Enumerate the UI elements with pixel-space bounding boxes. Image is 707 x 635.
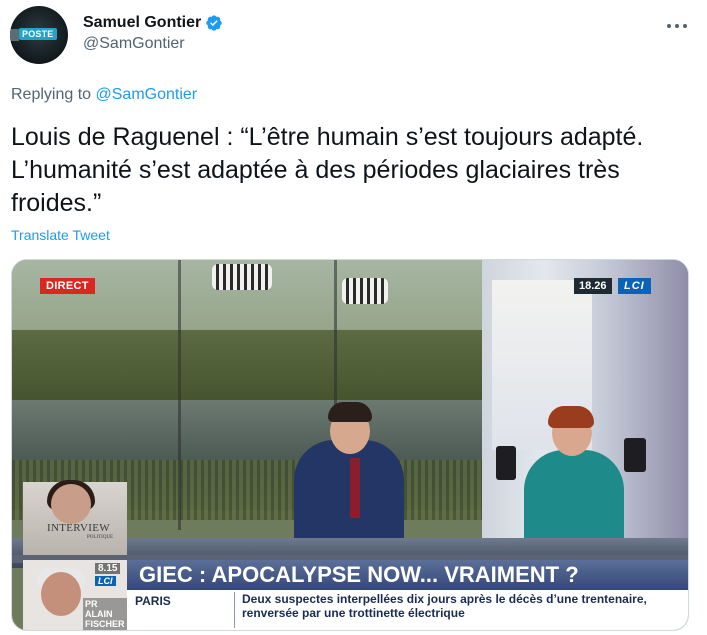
camera <box>496 446 516 480</box>
guest-figure <box>524 450 624 550</box>
avatar-tag: POSTE <box>19 28 57 40</box>
tweet-header: POSTE Samuel Gontier @SamGontier <box>10 6 697 64</box>
side-panel: 8.15 LCI PR ALAIN FISCHER <box>23 560 127 630</box>
translate-tweet-link[interactable]: Translate Tweet <box>11 227 110 243</box>
ticker-news: Deux suspectes interpellées dix jours ap… <box>242 592 647 620</box>
reply-prefix: Replying to <box>11 86 92 103</box>
inset-sublabel: POLITIQUE <box>87 535 114 540</box>
side-time: 8.15 <box>95 563 121 574</box>
video-frame: DIRECT 18.26 LCI INTERVIEW POLITIQUE 8.1… <box>12 260 688 630</box>
headline-banner: GIEC : APOCALYPSE NOW... VRAIMENT ? <box>127 560 688 590</box>
tweet-media[interactable]: DIRECT 18.26 LCI INTERVIEW POLITIQUE 8.1… <box>11 259 689 631</box>
user-block: Samuel Gontier @SamGontier <box>83 14 223 53</box>
tweet-text: Louis de Raguenel : “L’être humain s’est… <box>11 123 644 217</box>
channel-logo: LCI <box>618 278 651 294</box>
avatar[interactable]: POSTE <box>10 6 68 64</box>
more-options-icon[interactable] <box>667 16 687 36</box>
side-label: PR ALAIN FISCHER <box>83 598 127 630</box>
display-name[interactable]: Samuel Gontier <box>83 14 201 32</box>
broadcast-time: 18.26 <box>574 278 612 294</box>
side-channel-logo: LCI <box>95 576 116 586</box>
interview-inset: INTERVIEW POLITIQUE <box>23 480 127 560</box>
inset-label: INTERVIEW <box>47 522 110 534</box>
verified-badge-icon <box>206 15 222 31</box>
live-badge: DIRECT <box>40 278 95 294</box>
camera <box>624 438 646 472</box>
reply-line: Replying to @SamGontier <box>11 86 197 104</box>
handle[interactable]: @SamGontier <box>83 35 223 53</box>
ticker-city: PARIS <box>135 594 171 608</box>
reply-target-link[interactable]: @SamGontier <box>96 86 198 103</box>
news-ticker: PARIS Deux suspectes interpellées dix jo… <box>127 590 688 630</box>
